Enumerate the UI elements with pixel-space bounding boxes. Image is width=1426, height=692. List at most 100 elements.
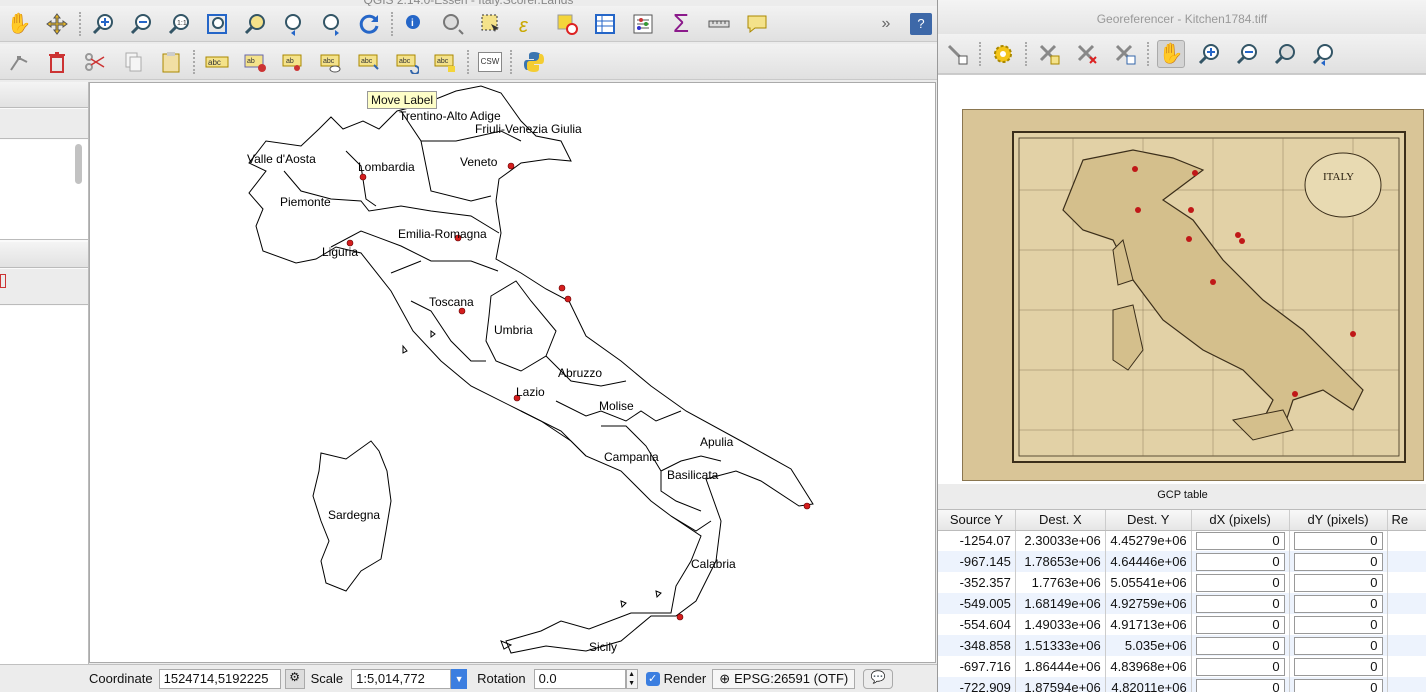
col-dy[interactable]: dY (pixels) — [1289, 510, 1388, 531]
gcp-cell[interactable]: 5.05541e+06 — [1105, 572, 1192, 593]
gcp-cell[interactable]: 5.035e+06 — [1105, 635, 1192, 656]
gcp-cell[interactable] — [1387, 530, 1426, 551]
zoom-layer-icon[interactable] — [241, 10, 269, 38]
zoom-full-icon[interactable] — [203, 10, 231, 38]
gcp-cell[interactable]: 1.87594e+06 — [1015, 677, 1106, 692]
gcp-cell[interactable]: -554.604 — [938, 614, 1016, 635]
gcp-cell[interactable]: -697.716 — [938, 656, 1016, 677]
gcp-cell[interactable]: 1.68149e+06 — [1015, 593, 1106, 614]
delete-point-icon[interactable] — [1073, 40, 1101, 68]
link-qgis-icon[interactable] — [943, 40, 971, 68]
label-icon[interactable]: abc — [203, 48, 231, 76]
csw-icon[interactable]: CSW — [478, 51, 502, 72]
help-icon[interactable]: ? — [910, 12, 932, 35]
col-dx[interactable]: dX (pixels) — [1191, 510, 1290, 531]
zoom-native-icon[interactable]: 1:1 — [165, 10, 193, 38]
rotate-label-icon[interactable]: abc — [393, 48, 421, 76]
gcp-cell[interactable] — [1387, 677, 1426, 692]
crs-button[interactable]: ⊕ EPSG:26591 (OTF) — [712, 668, 856, 689]
delete-icon[interactable] — [43, 48, 71, 76]
scale-dropdown-icon[interactable]: ▼ — [451, 668, 468, 689]
gcp-cell[interactable]: 1.86444e+06 — [1015, 656, 1106, 677]
gcp-table-row[interactable]: -549.005 1.68149e+06 4.92759e+06 0 0 — [938, 593, 1426, 614]
zoom-last-icon[interactable] — [1309, 40, 1337, 68]
gcp-cell[interactable]: 4.92759e+06 — [1105, 593, 1192, 614]
rotation-stepper-icon[interactable]: ▲ ▼ — [625, 668, 638, 689]
gcp-cell[interactable]: 0 — [1191, 635, 1290, 656]
pan-icon[interactable]: ✋ — [5, 10, 33, 38]
gcp-cell[interactable] — [1387, 635, 1426, 656]
gcp-cell[interactable]: -967.145 — [938, 551, 1016, 572]
show-hide-label-icon[interactable]: ab — [279, 48, 307, 76]
coordinate-field[interactable]: 1524714,5192225 — [158, 668, 281, 689]
gcp-table[interactable]: Source Y Dest. X Dest. Y dX (pixels) dY … — [938, 510, 1426, 692]
gcp-cell[interactable]: 1.49033e+06 — [1015, 614, 1106, 635]
gcp-cell[interactable]: -722.909 — [938, 677, 1016, 692]
gcp-cell[interactable]: 4.64446e+06 — [1105, 551, 1192, 572]
render-checkbox[interactable]: ✓ — [645, 671, 660, 686]
gcp-table-row[interactable]: -697.716 1.86444e+06 4.83968e+06 0 0 — [938, 656, 1426, 677]
rotation-field[interactable]: 0.0 — [533, 668, 626, 689]
gcp-cell[interactable]: 0 — [1289, 593, 1388, 614]
remove-item-icon[interactable] — [0, 274, 6, 288]
gcp-table-row[interactable]: -352.357 1.7763e+06 5.05541e+06 0 0 — [938, 572, 1426, 593]
browser-list[interactable] — [0, 306, 88, 664]
copy-icon[interactable] — [119, 48, 147, 76]
zoom-in-icon[interactable] — [1195, 40, 1223, 68]
gcp-cell[interactable]: -352.357 — [938, 572, 1016, 593]
zoom-out-icon[interactable] — [127, 10, 155, 38]
gcp-table-row[interactable]: -722.909 1.87594e+06 4.82011e+06 0 0 — [938, 677, 1426, 692]
zoom-out-icon[interactable] — [1233, 40, 1261, 68]
gcp-cell[interactable]: 0 — [1191, 593, 1290, 614]
georeferencer-canvas[interactable]: ITALY — [938, 74, 1426, 484]
scale-combo[interactable]: 1:5,014,772 — [351, 668, 452, 689]
expression-select-icon[interactable]: ε — [515, 10, 543, 38]
gcp-cell[interactable]: 0 — [1289, 551, 1388, 572]
messages-icon[interactable]: 💬 — [863, 668, 894, 689]
gcp-cell[interactable]: 1.78653e+06 — [1015, 551, 1106, 572]
col-source-y[interactable]: Source Y — [938, 510, 1016, 531]
gcp-cell[interactable]: -1254.07 — [938, 530, 1016, 551]
gcp-table-row[interactable]: -554.604 1.49033e+06 4.91713e+06 0 0 — [938, 614, 1426, 635]
gcp-cell[interactable]: 4.83968e+06 — [1105, 656, 1192, 677]
measure-icon[interactable] — [705, 10, 733, 38]
gcp-cell[interactable]: 0 — [1289, 530, 1388, 551]
col-dest-y[interactable]: Dest. Y — [1105, 510, 1192, 531]
map-canvas[interactable]: Trentino-Alto Adige Friuli-Venezia Giuli… — [89, 82, 936, 663]
gcp-cell[interactable] — [1387, 593, 1426, 614]
gear-icon[interactable] — [989, 40, 1017, 68]
panel-scrollbar[interactable] — [75, 144, 82, 184]
gcp-cell[interactable]: 4.91713e+06 — [1105, 614, 1192, 635]
add-point-icon[interactable] — [1035, 40, 1063, 68]
gcp-cell[interactable]: 0 — [1289, 614, 1388, 635]
identify-icon[interactable]: i — [401, 10, 429, 38]
gcp-cell[interactable] — [1387, 656, 1426, 677]
gcp-cell[interactable]: 4.45279e+06 — [1105, 530, 1192, 551]
move-point-icon[interactable] — [1111, 40, 1139, 68]
coordinate-toggle-icon[interactable]: ⚙ — [284, 668, 305, 689]
annotation-icon[interactable] — [743, 10, 771, 38]
gcp-cell[interactable]: 0 — [1289, 635, 1388, 656]
attribute-table-icon[interactable] — [591, 10, 619, 38]
gcp-cell[interactable]: 0 — [1191, 677, 1290, 692]
deselect-icon[interactable] — [553, 10, 581, 38]
gcp-cell[interactable]: -549.005 — [938, 593, 1016, 614]
gcp-cell[interactable]: 0 — [1191, 656, 1290, 677]
zoom-in-icon[interactable] — [89, 10, 117, 38]
zoom-next-icon[interactable] — [317, 10, 345, 38]
pan-to-selection-icon[interactable] — [43, 10, 71, 38]
node-tool-icon[interactable] — [5, 48, 33, 76]
gcp-cell[interactable]: 0 — [1191, 530, 1290, 551]
move-label-icon[interactable]: abc — [355, 48, 383, 76]
statistics-icon[interactable] — [629, 10, 657, 38]
gcp-cell[interactable]: 0 — [1191, 551, 1290, 572]
gcp-cell[interactable] — [1387, 572, 1426, 593]
paste-icon[interactable] — [157, 48, 185, 76]
gcp-cell[interactable]: 0 — [1289, 656, 1388, 677]
refresh-icon[interactable] — [355, 10, 383, 38]
gcp-table-row[interactable]: -348.858 1.51333e+06 5.035e+06 0 0 — [938, 635, 1426, 656]
gcp-cell[interactable]: 0 — [1191, 572, 1290, 593]
gcp-cell[interactable]: 4.82011e+06 — [1105, 677, 1192, 692]
zoom-last-icon[interactable] — [279, 10, 307, 38]
gcp-cell[interactable]: 0 — [1289, 677, 1388, 692]
